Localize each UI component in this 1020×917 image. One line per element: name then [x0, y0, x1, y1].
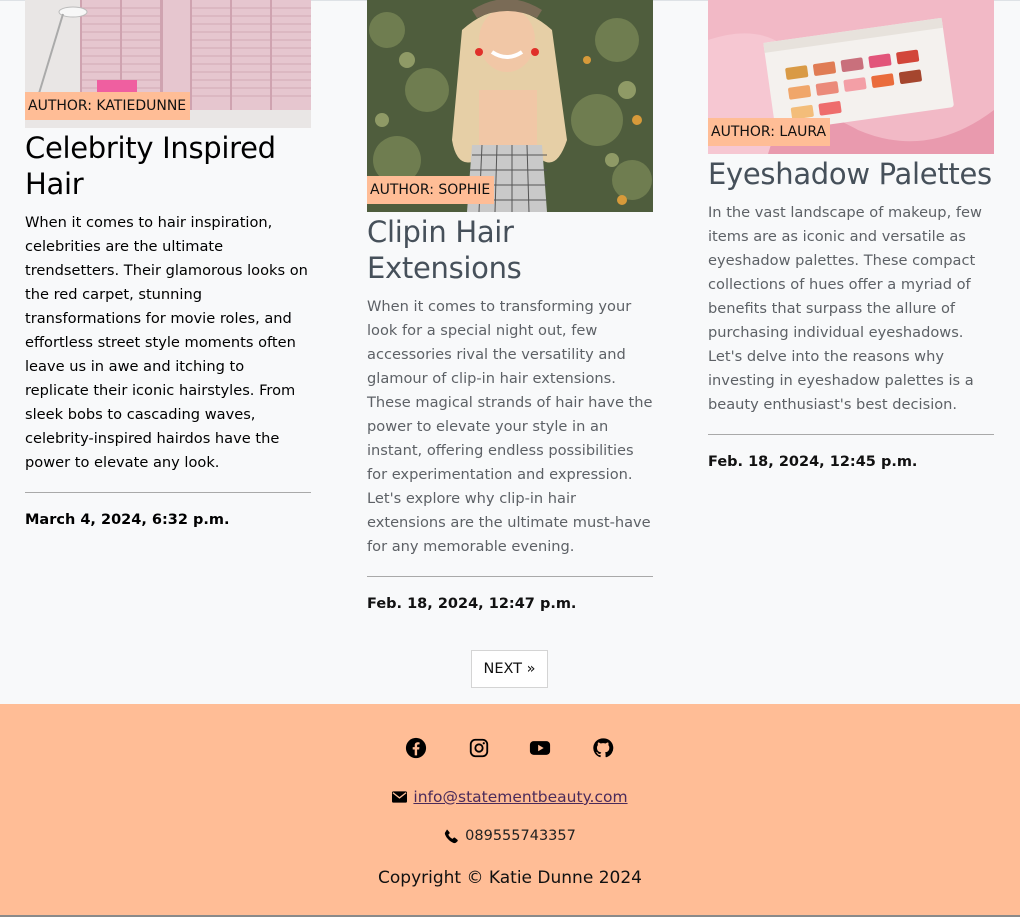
divider: [25, 492, 311, 493]
post-title[interactable]: Eyeshadow Palettes: [708, 156, 994, 192]
envelope-icon: [392, 791, 408, 803]
divider: [367, 576, 653, 577]
post-card[interactable]: AUTHOR: LAURA Eyeshadow Palettes In the …: [708, 0, 994, 472]
post-title[interactable]: Clipin Hair Extensions: [367, 214, 653, 286]
social-links: [0, 737, 1020, 759]
post-date: Feb. 18, 2024, 12:45 p.m.: [708, 454, 918, 470]
contact-phone: 089555743357: [0, 828, 1020, 844]
contact-email: info@statementbeauty.com: [0, 788, 1020, 806]
post-excerpt: When it comes to transforming your look …: [367, 298, 653, 555]
instagram-icon[interactable]: [468, 737, 490, 759]
site-footer: info@statementbeauty.com 089555743357 Co…: [0, 704, 1020, 916]
author-badge: AUTHOR: KATIEDUNNE: [25, 92, 191, 120]
youtube-icon[interactable]: [529, 737, 551, 759]
post-date: Feb. 18, 2024, 12:47 p.m.: [367, 596, 577, 612]
phone-icon: [445, 829, 458, 843]
author-badge: AUTHOR: SOPHIE: [367, 176, 495, 204]
facebook-icon[interactable]: [405, 737, 427, 759]
phone-number: 089555743357: [465, 828, 576, 844]
github-icon[interactable]: [592, 737, 614, 759]
post-excerpt: When it comes to hair inspiration, celeb…: [25, 214, 308, 471]
post-date: March 4, 2024, 6:32 p.m.: [25, 512, 230, 528]
email-link[interactable]: info@statementbeauty.com: [413, 788, 627, 806]
post-image[interactable]: AUTHOR: LAURA: [708, 0, 994, 154]
copyright: Copyright © Katie Dunne 2024: [378, 868, 642, 888]
post-title[interactable]: Celebrity Inspired Hair: [25, 130, 311, 202]
post-image[interactable]: AUTHOR: SOPHIE: [367, 0, 653, 212]
author-badge: AUTHOR: LAURA: [708, 118, 831, 146]
post-card[interactable]: AUTHOR: KATIEDUNNE Celebrity Inspired Ha…: [25, 0, 311, 530]
divider: [708, 434, 994, 435]
post-image[interactable]: AUTHOR: KATIEDUNNE: [25, 0, 311, 128]
next-page-button[interactable]: NEXT »: [471, 650, 548, 688]
post-card[interactable]: AUTHOR: SOPHIE Clipin Hair Extensions Wh…: [367, 0, 653, 614]
post-excerpt: In the vast landscape of makeup, few ite…: [708, 204, 982, 413]
